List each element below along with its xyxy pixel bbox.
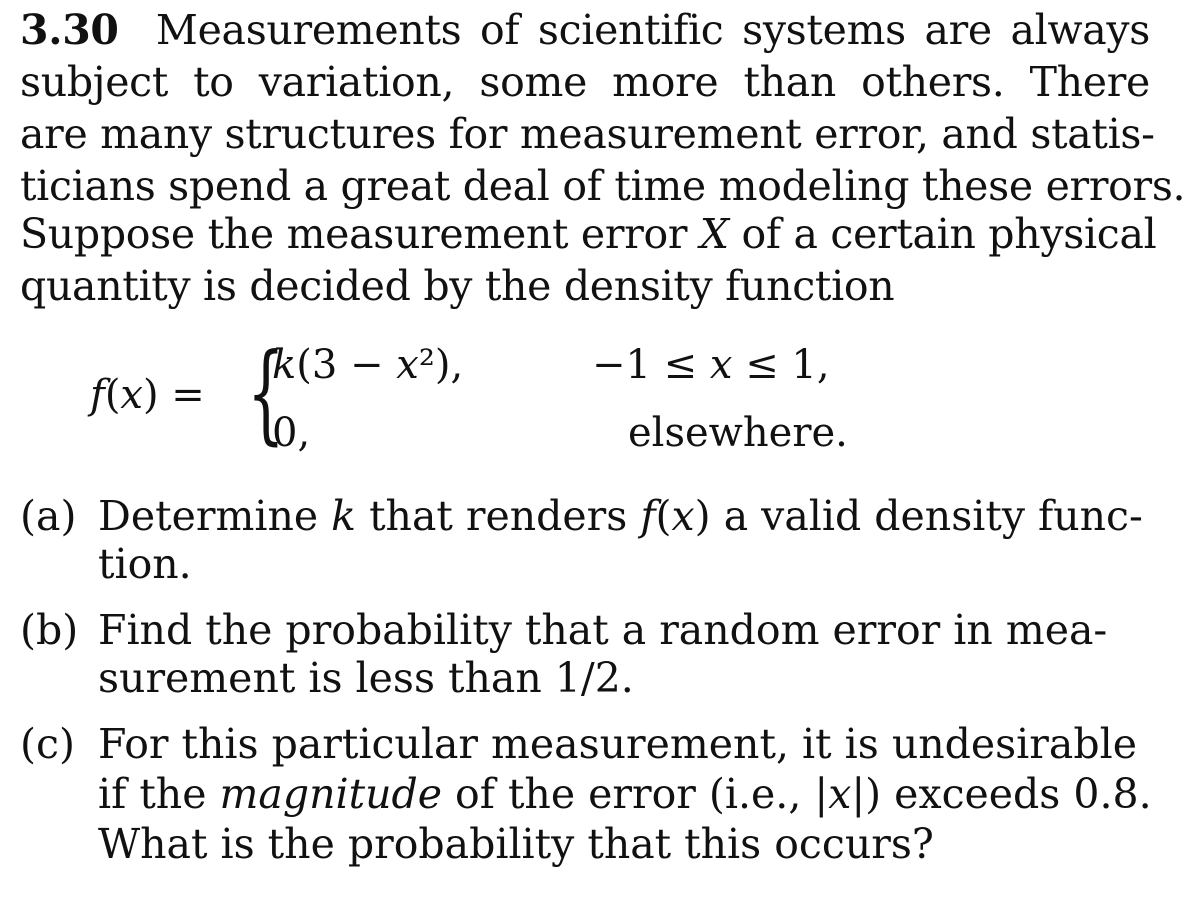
part-b-line-2: surement is less than 1/2. bbox=[98, 654, 634, 702]
intro-line-4: ticians spend a great deal of time model… bbox=[20, 162, 1186, 210]
part-c-line-1: For this particular measurement, it is u… bbox=[98, 720, 1137, 768]
variable-x: X bbox=[699, 210, 729, 258]
part-a-line-2: tion. bbox=[98, 540, 192, 588]
intro-line-2: subject to variation, some more than oth… bbox=[20, 58, 1150, 106]
part-b-label: (b) bbox=[20, 606, 79, 654]
intro-line-3: are many structures for measurement erro… bbox=[20, 110, 1155, 158]
intro-line-5: Suppose the measurement error X of a cer… bbox=[20, 210, 1157, 258]
part-a-label: (a) bbox=[20, 492, 77, 540]
part-c-label: (c) bbox=[20, 720, 75, 768]
problem-number: 3.30 bbox=[20, 6, 119, 54]
part-c-line-2: if the magnitude of the error (i.e., |x|… bbox=[98, 770, 1152, 818]
intro-line-1: 3.30 Measurements of scientific systems … bbox=[20, 6, 1151, 54]
part-a-line-1: Determine k that renders f(x) a valid de… bbox=[98, 492, 1143, 540]
equation-lhs: f(x) = bbox=[90, 372, 205, 418]
case2-cond: elsewhere. bbox=[628, 410, 848, 456]
case1-cond: −1 ≤ x ≤ 1, bbox=[592, 342, 830, 388]
intro-line-6: quantity is decided by the density funct… bbox=[20, 262, 895, 310]
part-b-line-1: Find the probability that a random error… bbox=[98, 606, 1108, 654]
case2-expr: 0, bbox=[272, 410, 311, 456]
case1-expr: k(3 − x²), bbox=[272, 342, 464, 388]
part-c-line-3: What is the probability that this occurs… bbox=[98, 820, 934, 868]
